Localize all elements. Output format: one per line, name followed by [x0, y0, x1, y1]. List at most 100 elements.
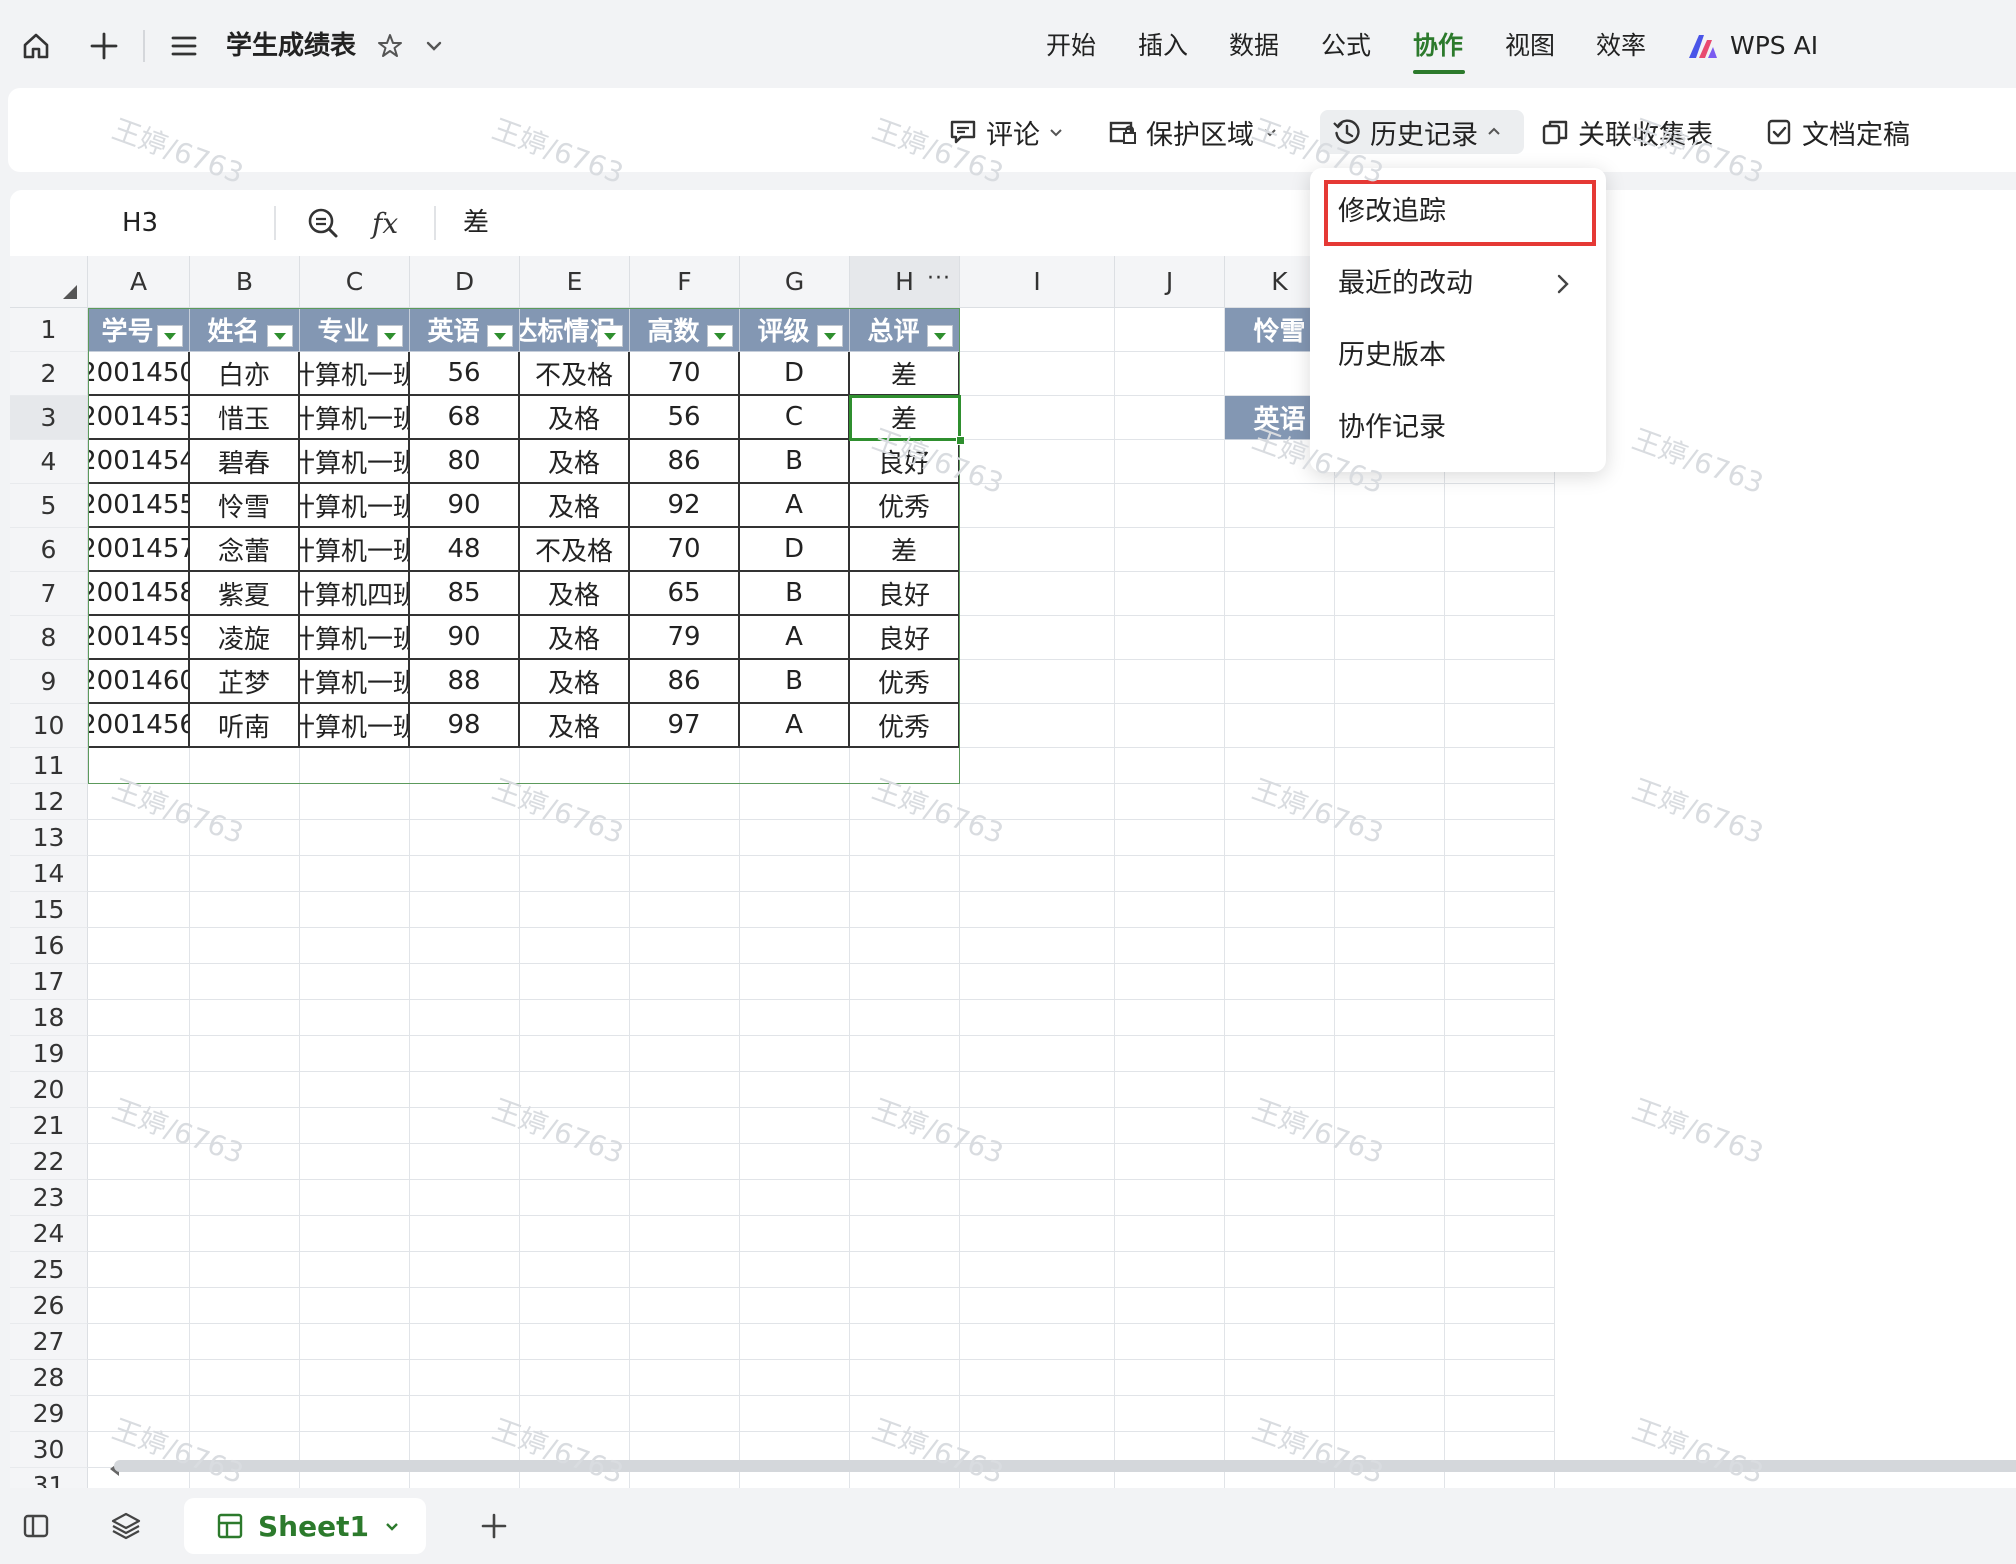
- table-data-cell[interactable]: 48: [410, 528, 520, 572]
- cell[interactable]: [1225, 1180, 1335, 1216]
- cell[interactable]: [1445, 660, 1555, 704]
- row-header-25[interactable]: 25: [10, 1252, 88, 1288]
- cell[interactable]: [1225, 1288, 1335, 1324]
- cell[interactable]: [1445, 1324, 1555, 1360]
- cell[interactable]: [1335, 1360, 1445, 1396]
- row-header-17[interactable]: 17: [10, 964, 88, 1000]
- cell[interactable]: [630, 1360, 740, 1396]
- tab-insert[interactable]: 插入: [1138, 28, 1188, 64]
- cell[interactable]: [410, 1216, 520, 1252]
- cell[interactable]: [1115, 660, 1225, 704]
- cell[interactable]: [850, 1396, 960, 1432]
- table-data-cell[interactable]: 2001453: [88, 396, 190, 440]
- cell[interactable]: [520, 748, 630, 784]
- add-sheet-plus-icon[interactable]: [474, 1506, 514, 1546]
- cell[interactable]: [520, 1000, 630, 1036]
- cell[interactable]: [300, 1216, 410, 1252]
- cell[interactable]: [410, 892, 520, 928]
- cell[interactable]: [190, 1396, 300, 1432]
- table-data-cell[interactable]: 计算机四班: [300, 572, 410, 616]
- cell[interactable]: [300, 1000, 410, 1036]
- cell[interactable]: [88, 1072, 190, 1108]
- cell[interactable]: [850, 1144, 960, 1180]
- column-header-d[interactable]: D: [410, 256, 520, 308]
- cell[interactable]: [960, 856, 1115, 892]
- menu-item-history-versions[interactable]: 历史版本: [1338, 336, 1446, 376]
- column-header-h[interactable]: H ···: [850, 256, 960, 308]
- cell[interactable]: [1335, 892, 1445, 928]
- table-data-cell[interactable]: 计算机一班: [300, 616, 410, 660]
- table-data-cell[interactable]: 90: [410, 484, 520, 528]
- finalize-document-button[interactable]: 文档定稿: [1764, 110, 1910, 154]
- cell[interactable]: [520, 928, 630, 964]
- cell[interactable]: [1445, 704, 1555, 748]
- tab-formula[interactable]: 公式: [1321, 28, 1371, 64]
- star-icon[interactable]: [370, 28, 410, 64]
- layers-icon[interactable]: [106, 1506, 146, 1546]
- cell[interactable]: [740, 1324, 850, 1360]
- cell[interactable]: [1115, 1144, 1225, 1180]
- table-data-cell[interactable]: 芷梦: [190, 660, 300, 704]
- cell[interactable]: [1335, 528, 1445, 572]
- cell[interactable]: [1445, 1288, 1555, 1324]
- cell[interactable]: [1335, 784, 1445, 820]
- table-data-cell[interactable]: 2001460: [88, 660, 190, 704]
- table-data-cell[interactable]: 及格: [520, 396, 630, 440]
- cell[interactable]: [960, 892, 1115, 928]
- cell[interactable]: [1445, 1072, 1555, 1108]
- cell[interactable]: [850, 784, 960, 820]
- cell[interactable]: [1225, 572, 1335, 616]
- table-data-cell[interactable]: 98: [410, 704, 520, 748]
- cell[interactable]: [88, 1216, 190, 1252]
- cell[interactable]: [850, 1288, 960, 1324]
- cell[interactable]: [740, 1108, 850, 1144]
- cell[interactable]: [630, 1216, 740, 1252]
- cell[interactable]: [88, 1036, 190, 1072]
- cell[interactable]: [850, 892, 960, 928]
- cell[interactable]: [1115, 1396, 1225, 1432]
- cell[interactable]: [190, 1144, 300, 1180]
- tab-data[interactable]: 数据: [1229, 28, 1279, 64]
- cell[interactable]: [740, 964, 850, 1000]
- table-header-cell[interactable]: 高数: [630, 308, 740, 352]
- cell[interactable]: [1115, 1036, 1225, 1072]
- table-data-cell[interactable]: 2001454: [88, 440, 190, 484]
- table-data-cell[interactable]: 差: [850, 528, 960, 572]
- cell[interactable]: [410, 1036, 520, 1072]
- table-data-cell[interactable]: 不及格: [520, 528, 630, 572]
- cell[interactable]: [410, 1360, 520, 1396]
- cell[interactable]: [740, 1036, 850, 1072]
- cell[interactable]: [850, 1072, 960, 1108]
- cell[interactable]: [740, 1144, 850, 1180]
- menu-item-recent-changes[interactable]: 最近的改动: [1338, 264, 1473, 304]
- table-data-cell[interactable]: 白亦: [190, 352, 300, 396]
- cell[interactable]: [630, 1108, 740, 1144]
- cell[interactable]: [960, 1324, 1115, 1360]
- table-header-cell[interactable]: 英语: [410, 308, 520, 352]
- cell[interactable]: [740, 1396, 850, 1432]
- cell[interactable]: [190, 1252, 300, 1288]
- cell[interactable]: [300, 1360, 410, 1396]
- cell[interactable]: [850, 1252, 960, 1288]
- function-icon[interactable]: fx: [372, 204, 398, 242]
- cell[interactable]: [1335, 1252, 1445, 1288]
- cell[interactable]: [410, 1324, 520, 1360]
- column-header-c[interactable]: C: [300, 256, 410, 308]
- tab-view[interactable]: 视图: [1505, 28, 1555, 64]
- filter-dropdown-icon[interactable]: [597, 325, 623, 347]
- cell[interactable]: [960, 1072, 1115, 1108]
- cell[interactable]: [1335, 1396, 1445, 1432]
- cell[interactable]: [630, 928, 740, 964]
- cell[interactable]: [410, 1396, 520, 1432]
- cell[interactable]: [190, 1072, 300, 1108]
- cell[interactable]: [300, 1108, 410, 1144]
- cell[interactable]: [960, 1000, 1115, 1036]
- cell[interactable]: [190, 1360, 300, 1396]
- main-menu-icon[interactable]: [164, 28, 204, 64]
- row-header-16[interactable]: 16: [10, 928, 88, 964]
- cell[interactable]: [1115, 704, 1225, 748]
- cell[interactable]: [410, 856, 520, 892]
- row-header-29[interactable]: 29: [10, 1396, 88, 1432]
- row-header-28[interactable]: 28: [10, 1360, 88, 1396]
- cell[interactable]: [88, 1288, 190, 1324]
